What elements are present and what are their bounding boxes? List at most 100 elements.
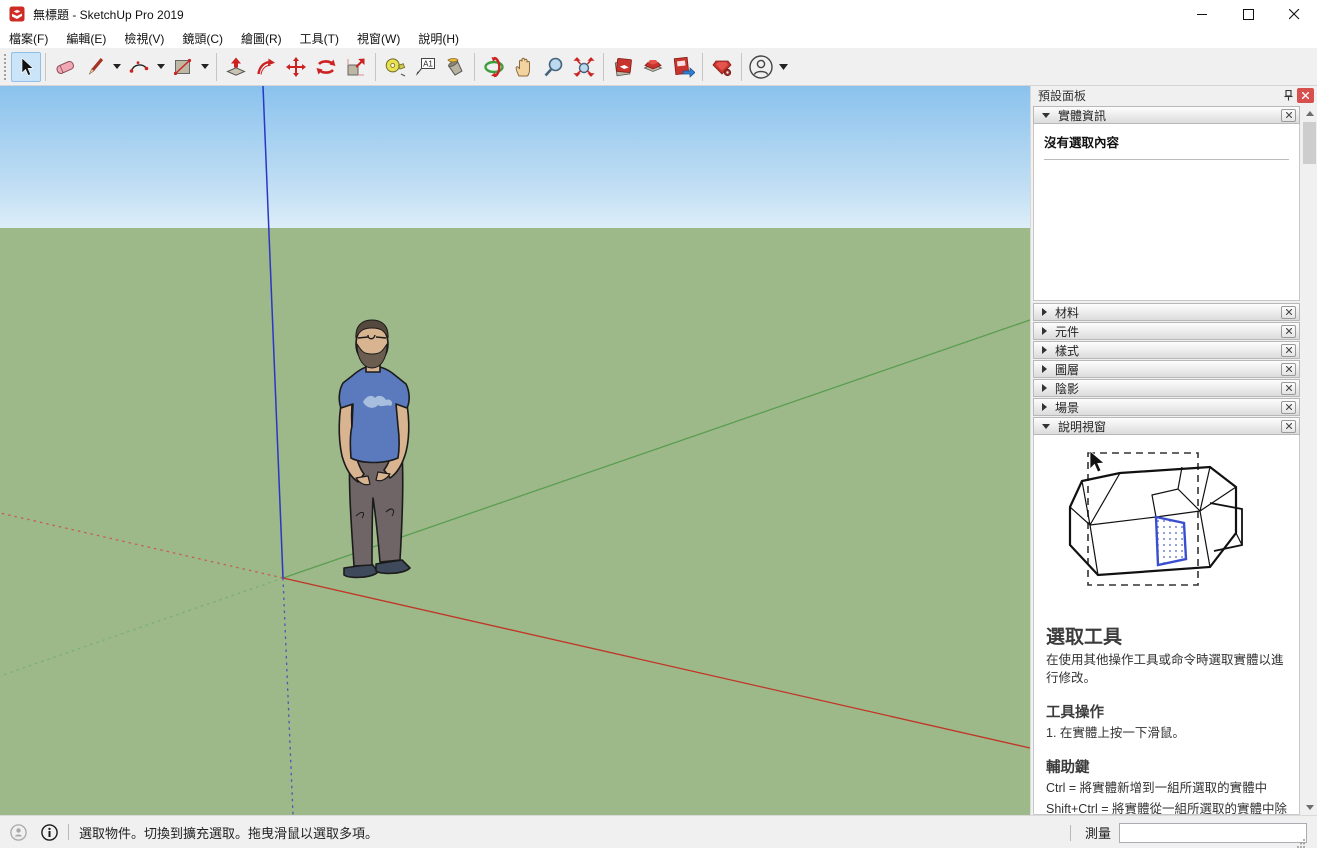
scroll-up-button[interactable]	[1302, 105, 1317, 121]
window-title: 無標題 - SketchUp Pro 2019	[33, 6, 184, 23]
section-close-button[interactable]	[1281, 325, 1296, 338]
panel-title-bar[interactable]: 預設面板	[1031, 86, 1317, 105]
menu-view[interactable]: 檢視(V)	[115, 28, 173, 49]
orbit-tool-button[interactable]	[479, 52, 509, 82]
collapse-icon	[1042, 113, 1050, 118]
section-components[interactable]: 元件	[1033, 322, 1300, 340]
help-ops-step: 1. 在實體上按一下滑鼠。	[1046, 724, 1287, 742]
panel-title: 預設面板	[1038, 87, 1279, 104]
move-icon	[284, 55, 308, 79]
help-key-shiftctrl: Shift+Ctrl = 將實體從一組所選取的實體中除去	[1046, 800, 1287, 816]
zoom-tool-button[interactable]	[539, 52, 569, 82]
selection-illustration	[1060, 447, 1270, 599]
close-button[interactable]	[1271, 0, 1317, 28]
eraser-icon	[53, 55, 77, 79]
pan-tool-button[interactable]	[509, 52, 539, 82]
text-tool-button[interactable]: A1	[410, 52, 440, 82]
move-tool-button[interactable]	[281, 52, 311, 82]
section-close-button[interactable]	[1281, 401, 1296, 414]
panel-scrollbar[interactable]	[1302, 105, 1317, 815]
scale-tool-button[interactable]	[341, 52, 371, 82]
menu-file[interactable]: 檔案(F)	[0, 28, 57, 49]
expand-icon	[1042, 346, 1047, 354]
scrollbar-thumb[interactable]	[1303, 122, 1316, 164]
section-label: 圖層	[1055, 361, 1281, 378]
menu-help[interactable]: 說明(H)	[409, 28, 468, 49]
scroll-down-button[interactable]	[1302, 799, 1317, 815]
send-to-layout-icon	[671, 55, 695, 79]
zoom-extents-tool-button[interactable]	[569, 52, 599, 82]
followme-icon	[254, 55, 278, 79]
collapse-icon	[1042, 424, 1050, 429]
section-label: 實體資訊	[1058, 107, 1281, 124]
scale-icon	[344, 55, 368, 79]
pushpull-tool-button[interactable]	[221, 52, 251, 82]
line-tool-button[interactable]	[80, 52, 110, 82]
section-close-button[interactable]	[1281, 420, 1296, 433]
expand-icon	[1042, 308, 1047, 316]
pin-icon[interactable]	[1279, 88, 1297, 104]
send-to-layout-button[interactable]	[668, 52, 698, 82]
section-close-button[interactable]	[1281, 363, 1296, 376]
menu-bar: 檔案(F) 編輯(E) 檢視(V) 鏡頭(C) 繪圖(R) 工具(T) 視窗(W…	[0, 28, 1317, 48]
instructor-content: 選取工具 在使用其他操作工具或命令時選取實體以進行修改。 工具操作 1. 在實體…	[1033, 435, 1300, 815]
extension-manager-button[interactable]	[707, 52, 737, 82]
menu-camera[interactable]: 鏡頭(C)	[173, 28, 232, 49]
geolocation-status-icon[interactable]	[10, 824, 27, 841]
section-close-button[interactable]	[1281, 382, 1296, 395]
measurements-input[interactable]	[1119, 823, 1307, 843]
section-layers[interactable]: 圖層	[1033, 360, 1300, 378]
tape-measure-tool-button[interactable]	[380, 52, 410, 82]
menu-edit[interactable]: 編輯(E)	[57, 28, 115, 49]
section-styles[interactable]: 樣式	[1033, 341, 1300, 359]
section-materials[interactable]: 材料	[1033, 303, 1300, 321]
paint-bucket-tool-button[interactable]	[440, 52, 470, 82]
expand-icon	[1042, 365, 1047, 373]
help-keys-title: 輔助鍵	[1046, 756, 1287, 777]
extension-warehouse-icon	[641, 55, 665, 79]
section-label: 元件	[1055, 323, 1281, 340]
eraser-tool-button[interactable]	[50, 52, 80, 82]
section-instructor[interactable]: 說明視窗	[1033, 417, 1300, 435]
text-label-icon: A1	[413, 55, 437, 79]
resize-grip-icon[interactable]	[1296, 838, 1306, 848]
expand-icon	[1042, 327, 1047, 335]
toolbar-drag-handle[interactable]	[2, 52, 8, 82]
account-dropdown[interactable]	[776, 52, 790, 82]
rectangle-tool-dropdown[interactable]	[198, 52, 212, 82]
minimize-button[interactable]	[1179, 0, 1225, 28]
measurements-label: 測量	[1085, 823, 1111, 842]
section-label: 樣式	[1055, 342, 1281, 359]
panel-close-button[interactable]	[1297, 88, 1314, 103]
extension-warehouse-button[interactable]	[638, 52, 668, 82]
menu-draw[interactable]: 繪圖(R)	[232, 28, 291, 49]
select-tool-button[interactable]	[11, 52, 41, 82]
followme-tool-button[interactable]	[251, 52, 281, 82]
drawing-viewport[interactable]	[0, 86, 1030, 815]
rectangle-tool-button[interactable]	[168, 52, 198, 82]
arc-tool-dropdown[interactable]	[154, 52, 168, 82]
help-key-ctrl: Ctrl = 將實體新增到一組所選取的實體中	[1046, 779, 1287, 797]
credits-info-icon[interactable]	[41, 824, 58, 841]
section-entity-info[interactable]: 實體資訊	[1033, 106, 1300, 124]
account-button[interactable]	[746, 52, 776, 82]
maximize-button[interactable]	[1225, 0, 1271, 28]
expand-icon	[1042, 403, 1047, 411]
menu-tools[interactable]: 工具(T)	[291, 28, 348, 49]
arc-tool-button[interactable]	[124, 52, 154, 82]
section-scenes[interactable]: 場景	[1033, 398, 1300, 416]
section-shadows[interactable]: 陰影	[1033, 379, 1300, 397]
svg-text:A1: A1	[423, 59, 433, 68]
rectangle-icon	[171, 55, 195, 79]
extension-manager-icon	[710, 55, 734, 79]
section-close-button[interactable]	[1281, 344, 1296, 357]
section-close-button[interactable]	[1281, 109, 1296, 122]
3d-warehouse-button[interactable]	[608, 52, 638, 82]
select-arrow-icon	[14, 55, 38, 79]
3d-warehouse-icon	[611, 55, 635, 79]
line-tool-dropdown[interactable]	[110, 52, 124, 82]
section-label: 陰影	[1055, 380, 1281, 397]
section-close-button[interactable]	[1281, 306, 1296, 319]
menu-window[interactable]: 視窗(W)	[348, 28, 409, 49]
rotate-tool-button[interactable]	[311, 52, 341, 82]
